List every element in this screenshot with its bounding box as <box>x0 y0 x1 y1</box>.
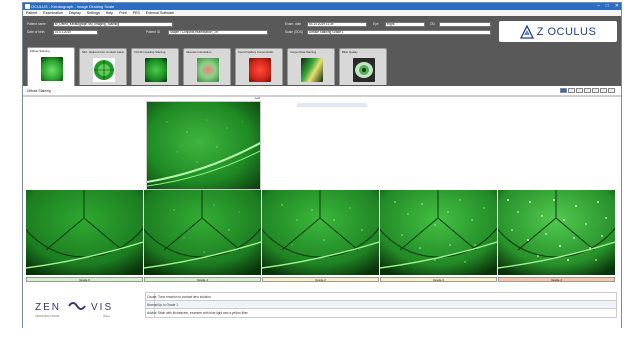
window-controls: – □ ✕ <box>597 3 619 10</box>
window-title: OCULUS - Keratograph - Image Grading Sca… <box>31 4 115 9</box>
maximize-icon[interactable]: □ <box>606 3 609 10</box>
oculus-brand: Z OCULUS <box>536 25 597 38</box>
dob-field[interactable]: 01.01.2019 <box>53 30 98 35</box>
info-row-cause: Cause: Toxic reaction to contact lens so… <box>146 293 616 301</box>
minimize-icon[interactable]: – <box>597 3 600 10</box>
tab-thumbnail <box>249 58 271 82</box>
patient-name-label: Patient name <box>27 22 46 26</box>
info-value: Stain with fluorescein, examine with blu… <box>158 311 248 315</box>
tab-thumbnail <box>353 58 375 82</box>
tab-label: Sport Papillary Conjunctivitis <box>238 50 274 54</box>
page-title: Diffuse Staining <box>27 89 51 93</box>
close-icon[interactable]: ✕ <box>615 3 619 10</box>
settings-icon[interactable] <box>608 88 615 93</box>
od-field[interactable] <box>439 22 491 27</box>
grade-3-image <box>380 190 497 275</box>
tab-cclru[interactable]: CCLRU Grading Staining <box>131 48 179 85</box>
app-icon <box>25 4 30 9</box>
info-row-normal: Normal: Up to Grade 1 <box>146 301 616 309</box>
tab-nei[interactable]: NEI - National Inst. Contact staining <box>79 48 127 85</box>
divider <box>23 95 621 97</box>
tab-diffuse-staining[interactable]: Diffuse Staining <box>27 47 75 87</box>
tab-label: Diffuse Staining <box>30 49 50 53</box>
main-content: Diffuse Staining Left Grade 0 Grade 1 Gr… <box>23 86 621 329</box>
zoom-icon[interactable] <box>584 88 591 93</box>
tab-thumbnail <box>301 58 323 82</box>
info-table: Cause: Toxic reaction to contact lens so… <box>145 292 617 318</box>
scale-field[interactable]: Diffuse Staining Grade 1 <box>307 30 491 35</box>
print-icon[interactable] <box>592 88 599 93</box>
eye-label: Eye <box>373 22 379 26</box>
info-key: Normal: <box>147 301 159 308</box>
od-label: OD <box>430 22 435 26</box>
scale-label: Scale (ODS) <box>285 30 303 34</box>
view-grid-icon[interactable] <box>560 88 567 93</box>
grade-0-label: Grade 0 <box>26 277 143 282</box>
export-icon[interactable] <box>600 88 607 93</box>
compare-icon[interactable] <box>576 88 583 93</box>
tab-label: Vascular Indentation <box>186 50 212 54</box>
patient-id-field[interactable]: Staple / Conjunct examination_JR <box>168 30 268 35</box>
grade-3-label: Grade 3 <box>380 277 497 282</box>
app-window: OCULUS - Keratograph - Image Grading Sca… <box>22 2 622 329</box>
grade-4-cell[interactable]: Grade 4 <box>498 190 615 283</box>
info-key: Cause: <box>147 293 158 300</box>
tab-thumbnail <box>41 57 63 81</box>
patient-id-label: Patient ID <box>146 30 160 34</box>
grading-scale: Grade 0 Grade 1 Grade 2 Grade 3 Grade 4 <box>26 190 616 284</box>
grade-2-label: Grade 2 <box>262 277 379 282</box>
tab-label: NEI - National Inst. Contact staining <box>82 50 124 54</box>
grade-1-image <box>144 190 261 275</box>
vis-text: VIS <box>91 302 113 313</box>
eye-side-tag: Left <box>255 96 261 100</box>
tab-conjunctival[interactable]: Conjunctival Staining <box>287 48 335 85</box>
grade-0-cell[interactable]: Grade 0 <box>26 190 143 283</box>
grade-2-image <box>262 190 379 275</box>
tab-thumbnail <box>145 58 167 82</box>
tab-papillary[interactable]: Sport Papillary Conjunctivitis <box>235 48 283 85</box>
grade-0-image <box>26 190 143 275</box>
patient-image[interactable] <box>146 101 261 190</box>
zen-vision-logo: ZEN VIS VISION SOLUTIONS Vision <box>33 294 155 322</box>
tab-label: Blink Quality <box>342 50 358 54</box>
grade-4-label: Grade 4 <box>498 277 615 282</box>
info-highlight <box>297 103 367 107</box>
exam-date-label: Exam. date <box>285 22 302 26</box>
grade-4-image <box>498 190 615 275</box>
patient-name-field[interactable]: M_Demo_Keratograph 5M_Imaging_Staining <box>53 22 173 27</box>
grade-3-cell[interactable]: Grade 3 <box>380 190 497 283</box>
tab-thumbnail <box>197 58 219 82</box>
info-row-advice: Advice: Stain with fluorescein, examine … <box>146 309 616 317</box>
dob-label: Date of birth <box>27 30 45 34</box>
zen-subtitle: VISION SOLUTIONS <box>35 314 60 318</box>
info-panel: ZEN VIS VISION SOLUTIONS Vision Cause: T… <box>27 290 617 326</box>
view-toolbar <box>560 88 615 93</box>
tab-thumbnail <box>93 58 115 82</box>
tab-blink-quality[interactable]: Blink Quality <box>339 48 387 85</box>
info-value: Up to Grade 1 <box>158 303 179 307</box>
info-key: Advice: <box>147 309 158 317</box>
title-bar: OCULUS - Keratograph - Image Grading Sca… <box>23 3 621 10</box>
view-single-icon[interactable] <box>568 88 575 93</box>
oculus-mark-icon <box>519 24 534 39</box>
vis-subtitle: Vision <box>103 314 111 318</box>
tab-vascular[interactable]: Vascular Indentation <box>183 48 231 85</box>
grade-1-cell[interactable]: Grade 1 <box>144 190 261 283</box>
grading-tabs: Diffuse Staining NEI - National Inst. Co… <box>23 46 621 87</box>
zen-text: ZEN <box>35 302 61 313</box>
eye-field[interactable]: Right <box>385 22 425 27</box>
exam-date-field[interactable]: 04.10.2019 11:39 <box>307 22 367 27</box>
grade-2-cell[interactable]: Grade 2 <box>262 190 379 283</box>
grade-1-label: Grade 1 <box>144 277 261 282</box>
tab-label: Conjunctival Staining <box>290 50 317 54</box>
oculus-logo: Z OCULUS <box>499 21 617 42</box>
info-value: Toxic reaction to contact lens solution <box>158 295 211 299</box>
tab-label: CCLRU Grading Staining <box>134 50 166 54</box>
